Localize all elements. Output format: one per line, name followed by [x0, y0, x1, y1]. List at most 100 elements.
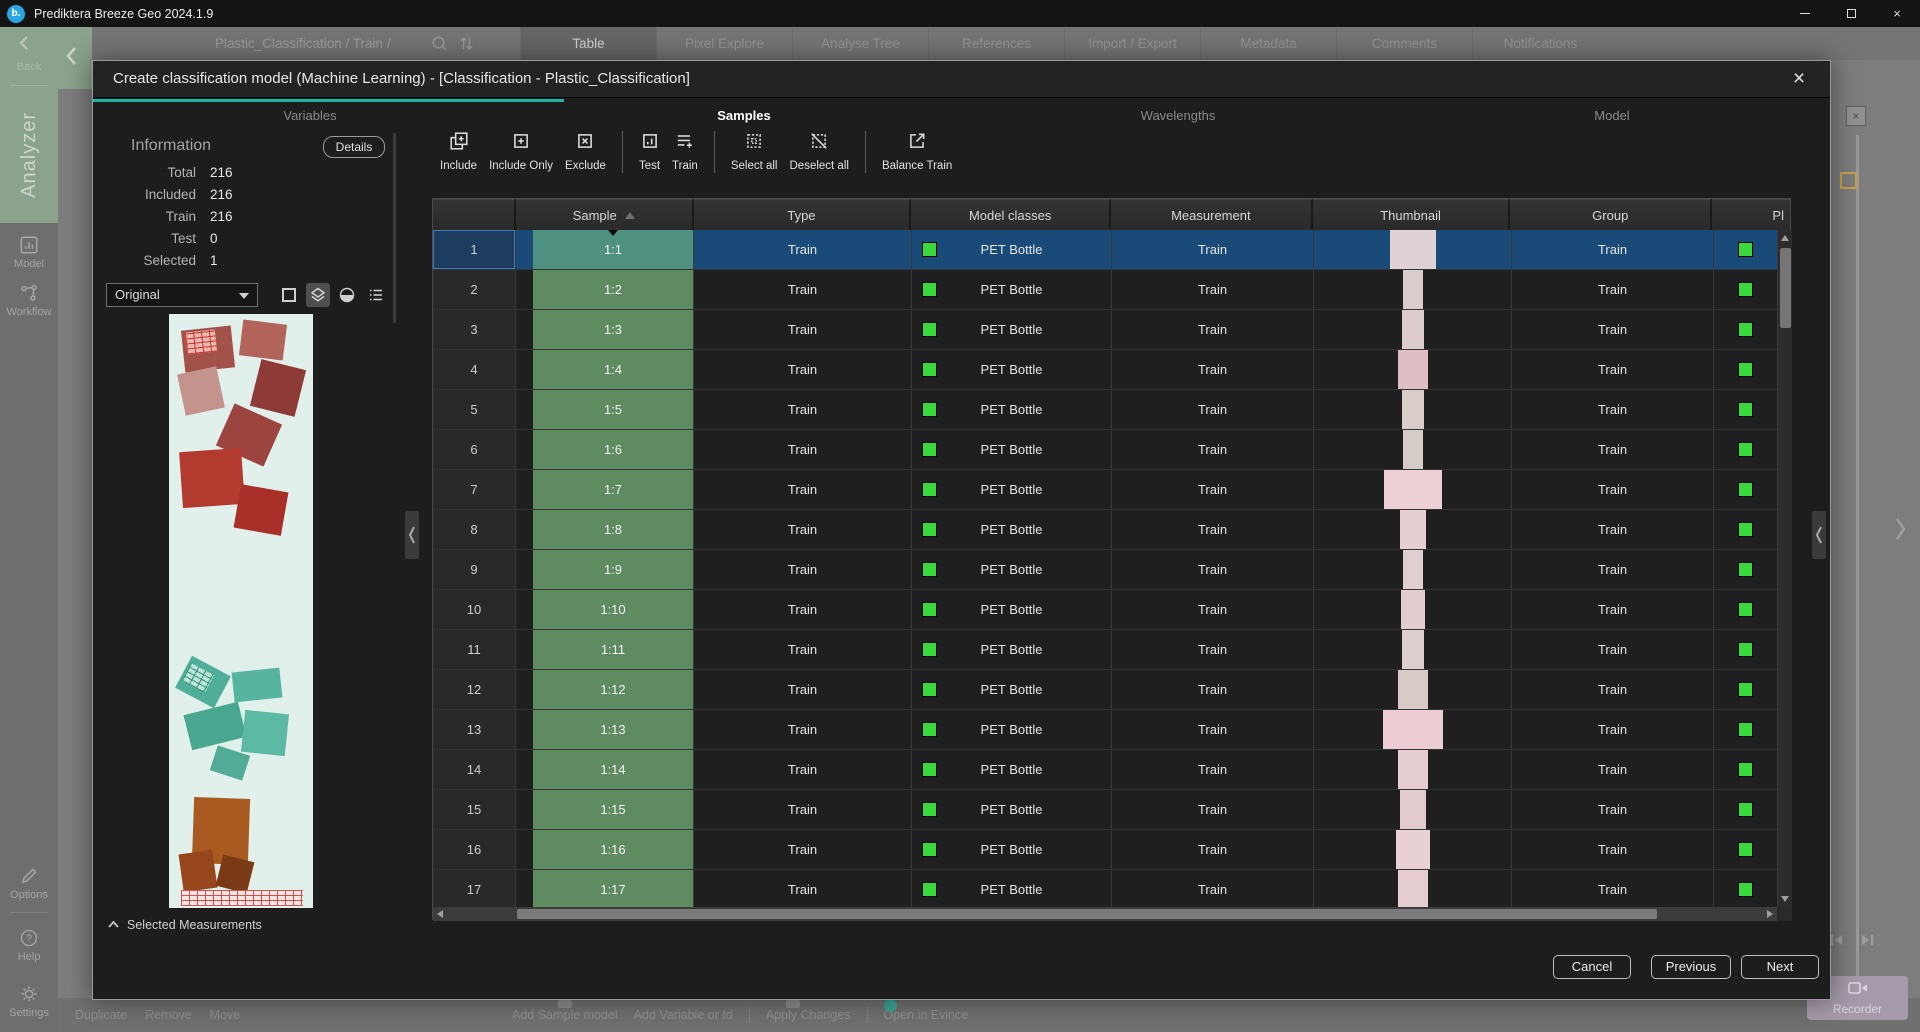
apply-changes-button[interactable]: Apply Changes — [766, 1008, 851, 1022]
minimize-button[interactable] — [1782, 0, 1828, 27]
move-button[interactable]: Move — [210, 1008, 241, 1022]
previous-button[interactable]: Previous — [1651, 955, 1731, 979]
table-row[interactable]: 131:13TrainPET BottleTrainTrain — [433, 710, 1790, 750]
table-row[interactable]: 11:1TrainPET BottleTrainTrain — [433, 230, 1790, 270]
include-only-button[interactable]: Include Only — [483, 129, 559, 172]
step-model[interactable]: Model — [1395, 105, 1829, 127]
tab-references[interactable]: References — [928, 27, 1064, 60]
test-button[interactable]: Test — [633, 129, 666, 172]
include-button[interactable]: Include — [434, 129, 483, 172]
sidebar-item-workflow[interactable]: Workflow — [0, 283, 58, 318]
col-header-type[interactable]: Type — [694, 199, 912, 230]
table-row[interactable]: 31:3TrainPET BottleTrainTrain — [433, 310, 1790, 350]
step-wavelengths[interactable]: Wavelengths — [961, 105, 1395, 127]
tab-analyse-tree[interactable]: Analyse Tree — [792, 27, 928, 60]
table-row[interactable]: 81:8TrainPET BottleTrainTrain — [433, 510, 1790, 550]
tab-comments[interactable]: Comments — [1336, 27, 1472, 60]
sidebar-item-help[interactable]: ? Help — [0, 928, 58, 963]
sidebar-item-model[interactable]: Model — [0, 235, 58, 270]
sidebar-back-label[interactable]: Back — [0, 61, 58, 73]
collapse-panel-handle-right[interactable] — [1812, 511, 1826, 559]
sort-icon[interactable] — [457, 34, 476, 58]
step-samples[interactable]: Samples — [527, 105, 961, 127]
selected-measurements-toggle[interactable]: Selected Measurements — [107, 918, 262, 932]
next-button[interactable]: Next — [1741, 955, 1819, 979]
sidebar-item-settings[interactable]: Settings — [0, 984, 58, 1019]
scrollbar[interactable] — [393, 133, 396, 323]
scroll-left-icon[interactable] — [437, 910, 443, 918]
table-row[interactable]: 91:9TrainPET BottleTrainTrain — [433, 550, 1790, 590]
scroll-thumb[interactable] — [1780, 248, 1791, 328]
list-view-button[interactable] — [364, 283, 388, 307]
maximize-button[interactable] — [1828, 0, 1874, 27]
contrast-droplet-button[interactable] — [335, 283, 359, 307]
table-row[interactable]: 111:11TrainPET BottleTrainTrain — [433, 630, 1790, 670]
sample-id-block: 1:14 — [533, 750, 693, 789]
horizontal-scrollbar[interactable] — [433, 907, 1777, 921]
table-row[interactable]: 21:2TrainPET BottleTrainTrain — [433, 270, 1790, 310]
tab-notifications[interactable]: Notifications — [1472, 27, 1608, 60]
breadcrumb[interactable]: Plastic_Classification / Train / — [215, 27, 391, 60]
close-button[interactable]: × — [1874, 0, 1920, 27]
add-variable-button[interactable]: Add Variable or Id — [634, 1008, 733, 1022]
sidebar-item-options[interactable]: Options — [0, 866, 58, 901]
details-button[interactable]: Details — [323, 136, 385, 158]
table-row[interactable]: 51:5TrainPET BottleTrainTrain — [433, 390, 1790, 430]
table-row[interactable]: 161:16TrainPET BottleTrainTrain — [433, 830, 1790, 870]
back-chevron-icon[interactable] — [18, 35, 32, 56]
col-header-measurement[interactable]: Measurement — [1111, 199, 1313, 230]
col-header-pl[interactable]: Pl — [1712, 199, 1790, 230]
open-in-evince-button[interactable]: Open in Evince — [884, 1008, 969, 1022]
scroll-thumb[interactable] — [517, 909, 1657, 919]
col-header-model-classes[interactable]: Model classes — [911, 199, 1111, 230]
step-forward-icon[interactable] — [1859, 934, 1874, 949]
table-row[interactable]: 41:4TrainPET BottleTrainTrain — [433, 350, 1790, 390]
deselect-all-button[interactable]: Deselect all — [784, 129, 855, 172]
col-header-index[interactable] — [433, 199, 516, 230]
tab-table[interactable]: Table — [520, 27, 656, 60]
train-button[interactable]: Train — [666, 129, 704, 172]
scroll-up-icon[interactable] — [1781, 235, 1789, 241]
tab-import-export[interactable]: Import / Export — [1064, 27, 1200, 60]
table-row[interactable]: 121:12TrainPET BottleTrainTrain — [433, 670, 1790, 710]
scroll-down-icon[interactable] — [1781, 896, 1789, 902]
table-row[interactable]: 171:17TrainPET BottleTrainTrain — [433, 870, 1790, 907]
table-row[interactable]: 71:7TrainPET BottleTrainTrain — [433, 470, 1790, 510]
select-all-button[interactable]: Select all — [725, 129, 784, 172]
balance-train-button[interactable]: Balance Train — [876, 129, 958, 172]
tab-pixel-explore[interactable]: Pixel Explore — [656, 27, 792, 60]
remove-button[interactable]: Remove — [145, 1008, 192, 1022]
table-row[interactable]: 141:14TrainPET BottleTrainTrain — [433, 750, 1790, 790]
table-row[interactable]: 101:10TrainPET BottleTrainTrain — [433, 590, 1790, 630]
col-header-sample[interactable]: Sample — [516, 199, 694, 230]
duplicate-button[interactable]: Duplicate — [75, 1008, 127, 1022]
class-color-square — [1738, 442, 1753, 457]
table-row[interactable]: 151:15TrainPET BottleTrainTrain — [433, 790, 1790, 830]
row-number-cell: 15 — [433, 790, 516, 829]
collapse-panel-handle[interactable] — [405, 511, 419, 559]
layers-view-button[interactable] — [306, 283, 330, 307]
group-cell: Train — [1512, 830, 1714, 869]
search-icon[interactable] — [430, 34, 449, 58]
step-variables[interactable]: Variables — [93, 105, 527, 127]
info-value-total: 216 — [210, 165, 233, 180]
add-sample-model-button[interactable]: Add Sample model — [512, 1008, 618, 1022]
exclude-button[interactable]: Exclude — [559, 129, 612, 172]
table-row[interactable]: 61:6TrainPET BottleTrainTrain — [433, 430, 1790, 470]
sample-thumbnail — [1401, 590, 1425, 629]
app-back-chevron-icon[interactable] — [64, 45, 80, 72]
scroll-right-icon[interactable] — [1767, 910, 1773, 918]
col-header-thumbnail[interactable]: Thumbnail — [1313, 199, 1511, 230]
step-backward-icon[interactable] — [1830, 934, 1845, 949]
vertical-scrollbar[interactable] — [1777, 230, 1792, 907]
panel-expand-chevron-icon[interactable] — [1893, 516, 1908, 547]
view-mode-dropdown[interactable]: Original — [106, 283, 258, 307]
sample-preview-image[interactable] — [169, 314, 313, 908]
cancel-button[interactable]: Cancel — [1553, 955, 1631, 979]
col-header-group[interactable]: Group — [1510, 199, 1712, 230]
measurement-cell: Train — [1112, 270, 1314, 309]
dialog-close-button[interactable]: × — [1786, 66, 1812, 92]
tab-metadata[interactable]: Metadata — [1200, 27, 1336, 60]
panel-close-button[interactable]: × — [1846, 106, 1866, 126]
square-view-button[interactable] — [277, 283, 301, 307]
